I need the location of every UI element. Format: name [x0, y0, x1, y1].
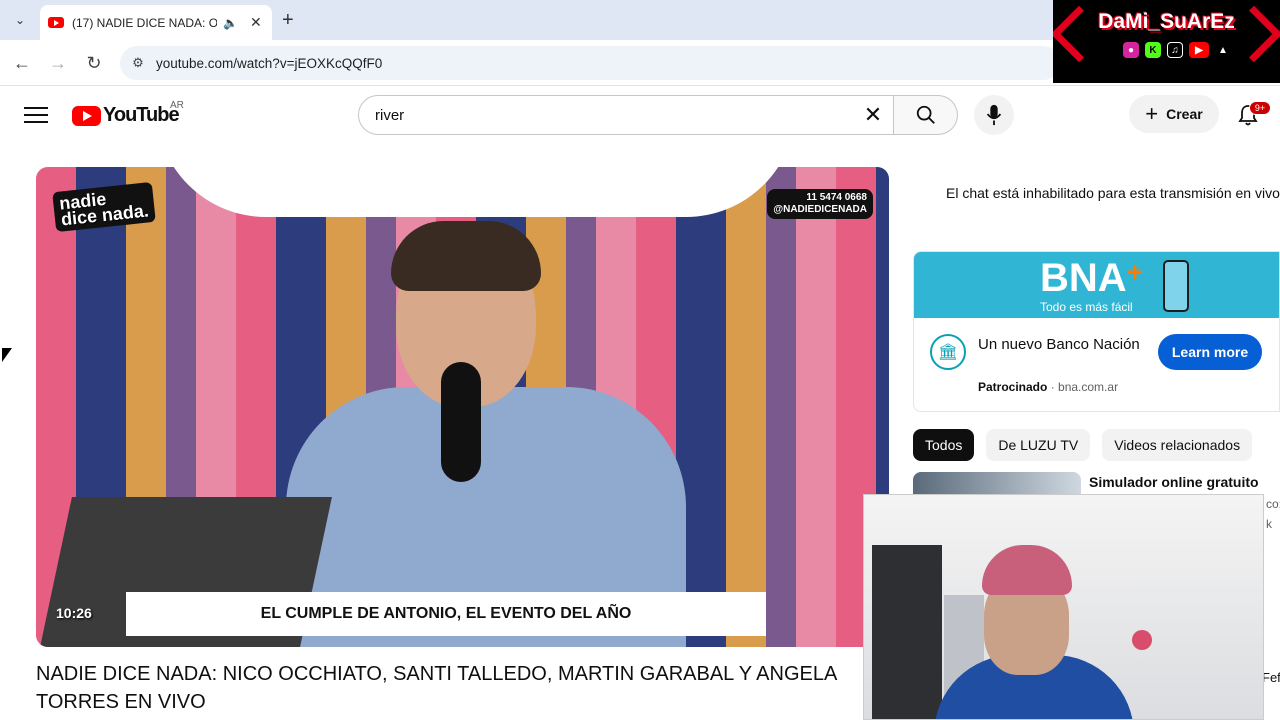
- streamer-overlay-badge: DaMi_SuArEz ● K ♫ ▶ ▲: [1053, 0, 1280, 83]
- recommendation-title[interactable]: Simulador online gratuito: [1089, 474, 1259, 490]
- recommendation-partial-text: k: [1266, 517, 1272, 531]
- sponsored-ad-card[interactable]: BNA+ Todo es más fácil 🏛 Un nuevo Banco …: [913, 251, 1280, 412]
- youtube-header: YouTube AR river ✕ + Crear: [0, 87, 1280, 143]
- ad-headline[interactable]: Un nuevo Banco Nación: [978, 334, 1148, 356]
- tiktok-icon: ♫: [1167, 42, 1183, 58]
- lower-third-caption: EL CUMPLE DE ANTONIO, EL EVENTO DEL AÑO: [126, 592, 766, 636]
- bank-logo-icon[interactable]: 🏛: [930, 334, 966, 370]
- video-title: NADIE DICE NADA: NICO OCCHIATO, SANTI TA…: [36, 663, 837, 713]
- create-button[interactable]: + Crear: [1129, 95, 1219, 133]
- stream-clock: 10:26: [56, 605, 92, 621]
- clear-search-icon[interactable]: ✕: [853, 96, 893, 134]
- ad-plus-icon: +: [1126, 256, 1144, 287]
- new-tab-plus-icon[interactable]: +: [282, 8, 294, 32]
- ad-brand: BNA+: [1040, 256, 1143, 301]
- chip-todos[interactable]: Todos: [913, 429, 975, 461]
- notification-count-badge: 9+: [1249, 101, 1271, 115]
- search-query[interactable]: river: [375, 107, 853, 124]
- ad-brand-text: BNA: [1040, 256, 1127, 300]
- chat-disabled-message: El chat está inhabilitado para esta tran…: [946, 185, 1280, 201]
- browser-tab-youtube[interactable]: (17) NADIE DICE NADA: OC 🔈 ✕: [40, 5, 272, 40]
- back-arrow-icon[interactable]: ←: [9, 50, 35, 76]
- sponsored-label: Patrocinado: [978, 380, 1048, 394]
- whatsapp-phone: 11 5474 0668: [806, 192, 867, 203]
- studio-microphone: [441, 362, 481, 482]
- forward-arrow-icon[interactable]: →: [45, 50, 71, 76]
- plus-icon: +: [1145, 101, 1159, 126]
- address-bar[interactable]: ⚙ youtube.com/watch?v=jEOXKcQQfF0: [120, 46, 1060, 80]
- instagram-icon: ●: [1123, 42, 1139, 58]
- speaker-icon[interactable]: 🔈: [223, 16, 238, 30]
- show-handle: @NADIEDICENADA: [773, 204, 867, 215]
- phone-illustration-icon: [1163, 260, 1189, 312]
- youtube-icon: ▶: [1189, 42, 1209, 58]
- ad-domain: bna.com.ar: [1058, 380, 1119, 394]
- video-player[interactable]: nadie dice nada. 11 5474 0668 @NADIEDICE…: [36, 167, 889, 647]
- recommendation-partial-text: co:: [1266, 497, 1280, 511]
- voice-search-button[interactable]: [974, 95, 1014, 135]
- share-icon: ▲: [1218, 44, 1228, 56]
- youtube-logo-text: YouTube: [103, 104, 180, 126]
- search-icon: [916, 105, 935, 124]
- search-input[interactable]: river ✕: [358, 95, 894, 135]
- reload-icon[interactable]: ↻: [81, 50, 107, 76]
- filter-chips: Todos De LUZU TV Videos relacionados: [913, 429, 1253, 461]
- youtube-favicon-icon: [48, 17, 64, 28]
- youtube-play-logo-icon: [72, 105, 101, 126]
- youtube-logo[interactable]: YouTube: [72, 104, 180, 127]
- kick-icon: K: [1145, 42, 1161, 58]
- recommendation-thumbnail[interactable]: [913, 472, 1081, 494]
- webcam-lamp: [1132, 630, 1152, 650]
- studio-cloud-decoration: [156, 167, 796, 217]
- host-figure: [286, 221, 686, 647]
- learn-more-button[interactable]: Learn more: [1158, 334, 1262, 370]
- ad-banner[interactable]: BNA+ Todo es más fácil: [914, 252, 1279, 318]
- create-label: Crear: [1166, 106, 1203, 122]
- webcam-door: [872, 545, 942, 719]
- ad-tagline: Todo es más fácil: [1040, 300, 1133, 314]
- hamburger-menu-icon[interactable]: [24, 107, 48, 123]
- recommendation-partial-text: Fef: [1262, 670, 1280, 685]
- close-tab-icon[interactable]: ✕: [250, 14, 262, 31]
- microphone-icon: [986, 104, 1002, 126]
- streamer-webcam-overlay: [863, 494, 1264, 720]
- search-button[interactable]: [894, 95, 958, 135]
- ad-sponsor-line: Patrocinado · bna.com.ar: [978, 380, 1119, 394]
- tab-title: (17) NADIE DICE NADA: OC: [72, 15, 217, 30]
- tab-search-chevron-icon[interactable]: ⌄: [8, 8, 32, 32]
- url-text[interactable]: youtube.com/watch?v=jEOXKcQQfF0: [156, 56, 382, 71]
- site-info-icon[interactable]: ⚙: [120, 55, 156, 71]
- chip-de-luzu-tv[interactable]: De LUZU TV: [986, 429, 1091, 461]
- region-code: AR: [170, 100, 184, 111]
- streamer-name: DaMi_SuArEz: [1098, 10, 1235, 33]
- mouse-cursor-icon: [2, 348, 12, 362]
- social-icons: ● K ♫ ▶ ▲: [1123, 42, 1231, 58]
- chip-videos-relacionados[interactable]: Videos relacionados: [1102, 429, 1253, 461]
- contact-tag: 11 5474 0668 @NADIEDICENADA: [767, 189, 873, 219]
